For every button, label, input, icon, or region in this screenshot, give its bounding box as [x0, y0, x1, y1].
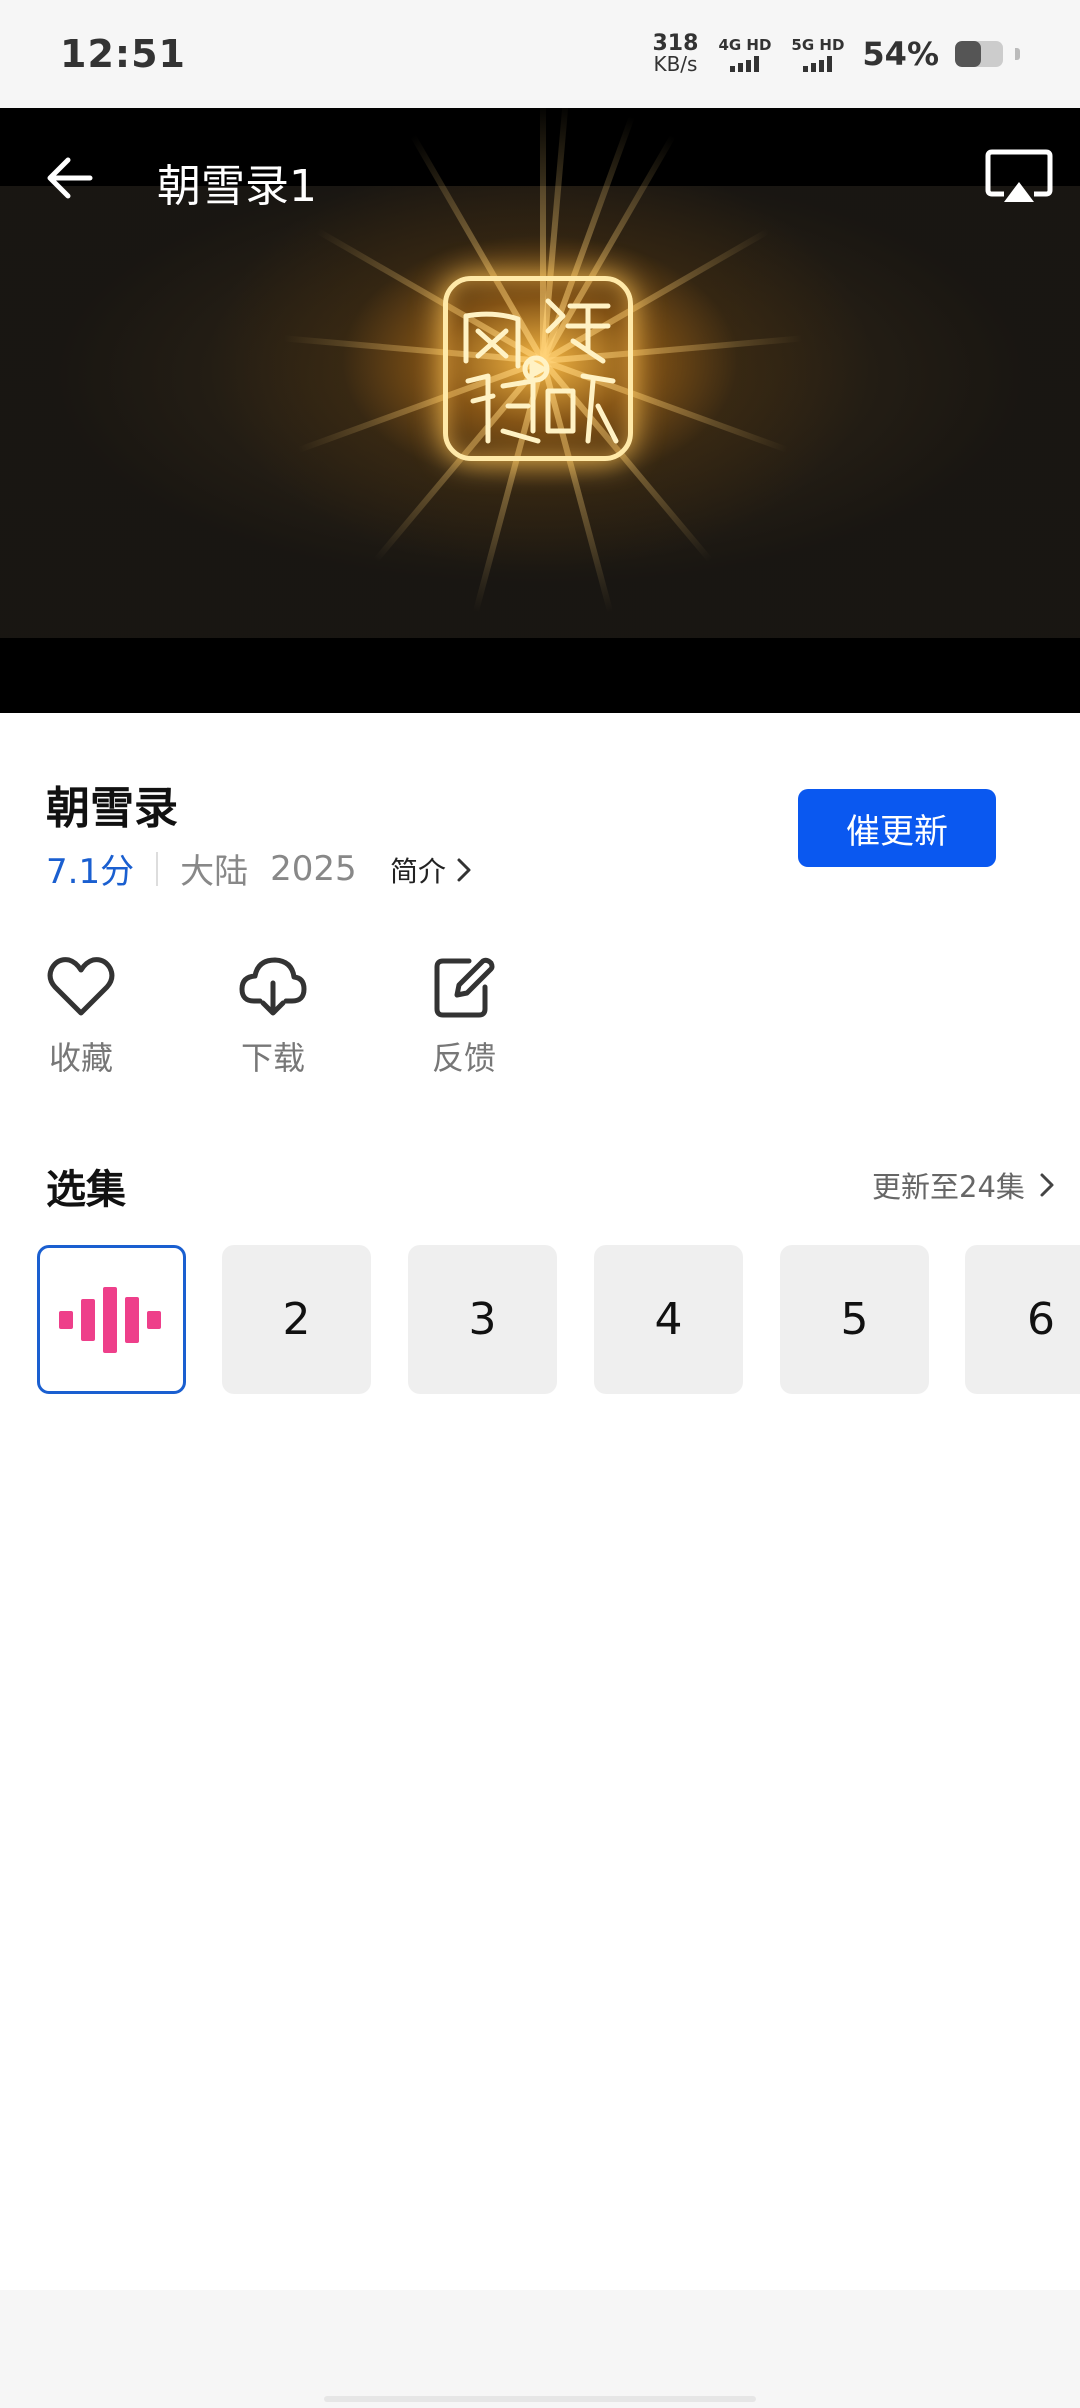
video-player[interactable]: 朝雪录1 [0, 108, 1080, 713]
meta-divider [156, 851, 159, 886]
brand-logo [443, 276, 633, 461]
network-speed-unit: KB/s [653, 52, 698, 76]
network-speed-value: 318 [652, 31, 699, 56]
status-time: 12:51 [60, 32, 186, 76]
drama-meta: 7.1分 大陆 2025 [46, 844, 357, 893]
edit-icon [434, 957, 495, 1018]
chevron-right-icon [1040, 1173, 1054, 1197]
favorite-button[interactable]: 收藏 [21, 955, 141, 1079]
intro-link[interactable]: 简介 [390, 850, 472, 890]
battery-icon [955, 41, 1003, 67]
heart-icon [47, 957, 115, 1016]
favorite-label: 收藏 [48, 1039, 113, 1077]
episode-button[interactable]: 2 [222, 1245, 371, 1394]
battery-percent: 54% [862, 35, 939, 73]
home-indicator[interactable] [324, 2396, 756, 2402]
signal-bars-icon [803, 55, 833, 72]
status-bar: 12:51 318 KB/s 4G HD 5G HD 54% [0, 0, 1080, 108]
feedback-button[interactable]: 反馈 [404, 955, 524, 1079]
episodes-more-link[interactable]: 更新至24集 [872, 1164, 1055, 1206]
chevron-right-icon [457, 858, 471, 882]
cloud-download-icon [239, 957, 307, 1016]
brand-logo-mark [463, 298, 619, 444]
back-button[interactable] [40, 148, 100, 208]
year-label: 2025 [270, 848, 357, 889]
urge-update-button[interactable]: 催更新 [798, 789, 996, 867]
cast-button[interactable] [984, 148, 1054, 208]
signal-4g: 4G HD [718, 37, 771, 72]
battery-tip [1015, 48, 1020, 60]
screen-cast-icon [985, 149, 1053, 202]
signal-bars-icon [730, 55, 760, 72]
video-title: 朝雪录1 [157, 161, 317, 212]
rating-score: 7.1分 [46, 852, 135, 892]
network-speed: 318 KB/s [652, 31, 699, 76]
playing-indicator-icon [58, 1286, 161, 1353]
episode-button[interactable]: 3 [408, 1245, 557, 1394]
signal-5g: 5G HD [791, 37, 844, 72]
feedback-label: 反馈 [431, 1039, 496, 1077]
status-indicators: 318 KB/s 4G HD 5G HD 54% [652, 31, 1020, 76]
bottom-bar [0, 2290, 1080, 2408]
download-button[interactable]: 下载 [213, 955, 333, 1079]
episodes-title: 选集 [46, 1167, 126, 1213]
episode-button[interactable]: 4 [594, 1245, 743, 1394]
drama-title: 朝雪录 [46, 783, 178, 834]
episode-button[interactable]: 6 [965, 1245, 1080, 1394]
episode-1-playing[interactable] [37, 1245, 186, 1394]
episode-button[interactable]: 5 [780, 1245, 929, 1394]
arrow-left-icon [47, 157, 93, 199]
signal-5g-label: 5G HD [791, 35, 845, 54]
signal-4g-label: 4G HD [718, 35, 772, 54]
intro-label: 简介 [390, 855, 447, 888]
episodes-update-status: 更新至24集 [872, 1170, 1025, 1204]
region-label: 大陆 [180, 852, 249, 892]
download-label: 下载 [240, 1039, 305, 1077]
